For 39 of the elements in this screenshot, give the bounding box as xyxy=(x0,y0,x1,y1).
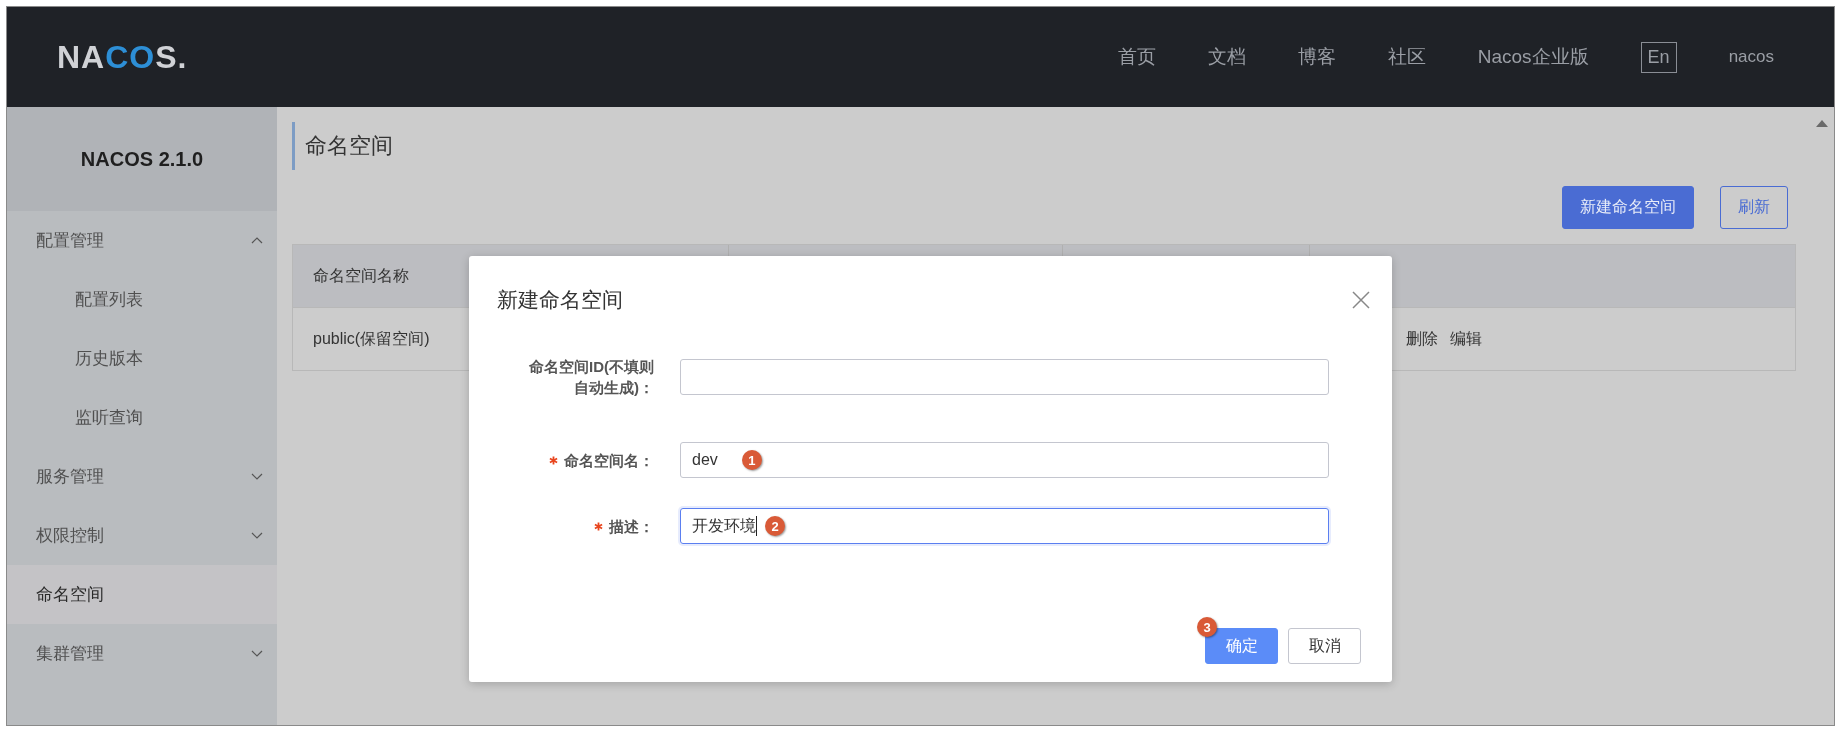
language-button[interactable]: En xyxy=(1640,41,1677,73)
sidebar-item[interactable]: 服务管理 xyxy=(7,447,277,506)
field-label: 命名空间名： xyxy=(564,450,654,471)
sidebar-item[interactable]: 命名空间 xyxy=(7,565,277,624)
sidebar-title: NACOS 2.1.0 xyxy=(7,107,277,211)
page-title: 命名空间 xyxy=(292,122,1796,170)
nav-link[interactable]: Nacos企业版 xyxy=(1477,44,1589,70)
action-link[interactable]: 编辑 xyxy=(1450,328,1482,350)
step-marker: 1 xyxy=(741,450,762,470)
scroll-up-icon[interactable] xyxy=(1816,119,1828,127)
sidebar-item[interactable]: 配置管理 xyxy=(7,211,277,270)
create-button[interactable]: 新建命名空间 xyxy=(1562,186,1694,229)
chevron-down-icon xyxy=(251,532,263,539)
user-name[interactable]: nacos xyxy=(1728,47,1774,67)
cancel-button[interactable]: 取消 xyxy=(1288,628,1361,664)
close-button[interactable] xyxy=(1352,291,1370,309)
sidebar-item[interactable]: 集群管理 xyxy=(7,624,277,683)
field-label: 描述： xyxy=(609,516,654,537)
table-cell-text: public(保留空间) xyxy=(313,328,430,349)
input-field[interactable]: 开发环境 2 xyxy=(680,508,1329,544)
sidebar-subitem[interactable]: 配置列表 xyxy=(7,270,277,329)
chevron-up-icon xyxy=(251,237,263,244)
nav-link[interactable]: 博客 xyxy=(1297,44,1336,70)
nav-link[interactable]: 首页 xyxy=(1117,44,1156,70)
step-marker: 2 xyxy=(765,516,785,536)
input-field[interactable] xyxy=(680,359,1329,395)
sidebar-subitem[interactable]: 历史版本 xyxy=(7,329,277,388)
sidebar-subitem[interactable]: 监听查询 xyxy=(7,388,277,447)
sidebar-item[interactable]: 权限控制 xyxy=(7,506,277,565)
refresh-button[interactable]: 刷新 xyxy=(1720,186,1788,229)
nav-link[interactable]: 社区 xyxy=(1387,44,1426,70)
logo: NACOS. xyxy=(57,38,188,76)
input-field[interactable]: dev 1 xyxy=(680,442,1329,478)
action-link[interactable]: 删除 xyxy=(1406,328,1438,350)
chevron-down-icon xyxy=(251,650,263,657)
step-marker: 3 xyxy=(1197,617,1217,637)
nav-link[interactable]: 文档 xyxy=(1207,44,1246,70)
chevron-down-icon xyxy=(251,473,263,480)
field-label: 命名空间ID(不填则自动生成)： xyxy=(528,357,654,398)
